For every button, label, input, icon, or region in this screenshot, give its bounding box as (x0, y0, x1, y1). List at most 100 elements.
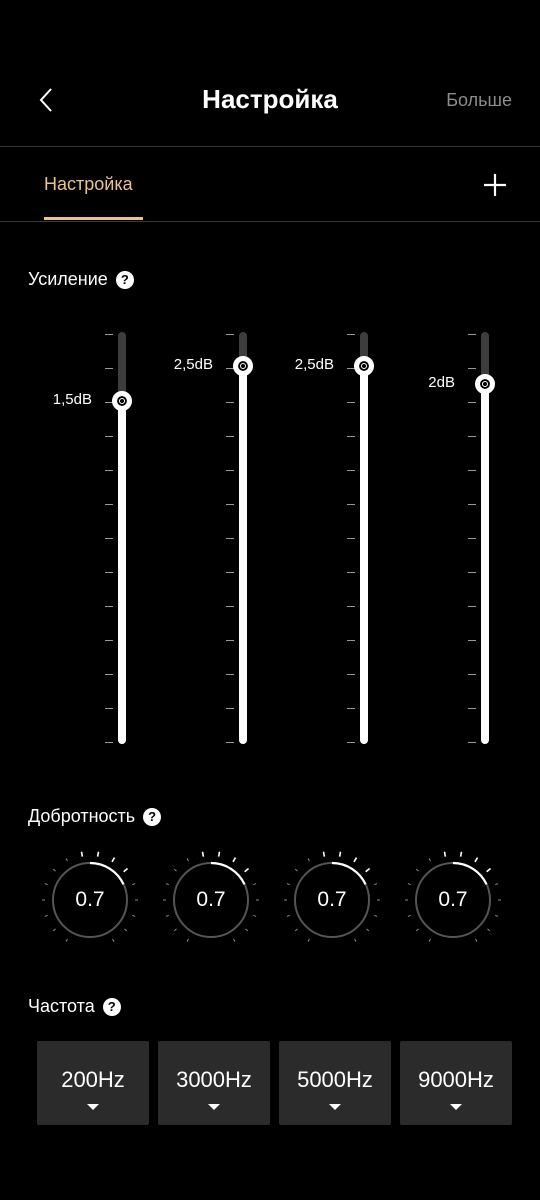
tabs-divider (0, 221, 540, 222)
slider-tick (105, 742, 113, 743)
gain-slider-2[interactable] (233, 332, 253, 744)
slider-tick (347, 742, 355, 743)
q-value: 0.7 (317, 888, 347, 911)
frequency-dropdown-3[interactable]: 5000Hz (279, 1041, 391, 1125)
slider-thumb[interactable] (354, 356, 374, 376)
q-value: 0.7 (438, 888, 468, 911)
slider-tick (347, 402, 355, 403)
slider-fill (360, 366, 368, 744)
caret-down-icon (87, 1104, 99, 1110)
slider-tick (347, 504, 355, 505)
slider-tick (226, 674, 234, 675)
gain-label: Усиление (28, 269, 108, 289)
slider-tick (226, 606, 234, 607)
slider-tick (468, 470, 476, 471)
q-value: 0.7 (75, 888, 105, 911)
slider-tick (105, 368, 113, 369)
gain-slider-1[interactable] (112, 332, 132, 744)
slider-tick (468, 402, 476, 403)
slider-tick (468, 606, 476, 607)
slider-tick (226, 708, 234, 709)
plus-icon (484, 174, 506, 196)
slider-tick (347, 572, 355, 573)
gain-value-label: 2,5dB (294, 356, 334, 373)
caret-down-icon (208, 1104, 220, 1110)
slider-tick (468, 334, 476, 335)
slider-tick (105, 436, 113, 437)
frequency-dropdown-4[interactable]: 9000Hz (400, 1041, 512, 1125)
gain-slider-4[interactable] (475, 332, 495, 744)
slider-thumb[interactable] (233, 356, 253, 376)
slider-tick (226, 402, 234, 403)
slider-tick (347, 708, 355, 709)
question-circle-icon[interactable]: ? (102, 997, 121, 1016)
back-button[interactable] (28, 82, 64, 118)
q-label: Добротность (28, 806, 136, 826)
caret-down-icon (329, 1104, 341, 1110)
frequency-value: 5000Hz (297, 1067, 373, 1092)
slider-tick (226, 436, 234, 437)
slider-tick (347, 606, 355, 607)
gain-value-label: 2dB (428, 374, 455, 391)
slider-thumb[interactable] (475, 374, 495, 394)
frequency-value: 9000Hz (418, 1067, 494, 1092)
slider-tick (468, 708, 476, 709)
slider-tick (226, 334, 234, 335)
slider-tick (347, 334, 355, 335)
slider-tick (105, 538, 113, 539)
more-button[interactable]: Больше (446, 90, 512, 111)
slider-tick (468, 368, 476, 369)
slider-tick (105, 572, 113, 573)
slider-tick (468, 640, 476, 641)
slider-fill (239, 366, 247, 744)
q-knob-3[interactable]: 0.7 (282, 850, 382, 950)
frequency-label: Частота (28, 996, 95, 1016)
q-knob-2[interactable]: 0.7 (161, 850, 261, 950)
slider-tick (105, 708, 113, 709)
slider-tick (468, 538, 476, 539)
frequency-value: 3000Hz (176, 1067, 252, 1092)
q-knob-4[interactable]: 0.7 (403, 850, 503, 950)
active-tab-indicator (44, 217, 143, 220)
slider-tick (347, 538, 355, 539)
slider-tick (347, 470, 355, 471)
slider-tick (226, 742, 234, 743)
frequency-value: 200Hz (61, 1067, 125, 1092)
gain-value-label: 1,5dB (52, 391, 92, 408)
frequency-section-header: Частота ? (28, 996, 121, 1017)
frequency-dropdown-1[interactable]: 200Hz (37, 1041, 149, 1125)
gain-value-label: 2,5dB (173, 356, 213, 373)
q-knob-1[interactable]: 0.7 (40, 850, 140, 950)
q-section-header: Добротность ? (28, 806, 162, 827)
question-circle-icon[interactable]: ? (143, 807, 162, 826)
slider-tick (347, 436, 355, 437)
q-value: 0.7 (196, 888, 226, 911)
slider-tick (105, 606, 113, 607)
slider-tick (105, 674, 113, 675)
gain-slider-3[interactable] (354, 332, 374, 744)
frequency-dropdown-2[interactable]: 3000Hz (158, 1041, 270, 1125)
slider-thumb[interactable] (112, 391, 132, 411)
header-divider (0, 146, 540, 147)
slider-tick (226, 504, 234, 505)
slider-tick (105, 640, 113, 641)
slider-tick (468, 674, 476, 675)
question-circle-icon[interactable]: ? (115, 270, 134, 289)
add-preset-button[interactable] (480, 170, 510, 200)
slider-tick (226, 640, 234, 641)
chevron-left-icon (39, 88, 52, 112)
caret-down-icon (450, 1104, 462, 1110)
app-header: Настройка Больше (0, 0, 540, 146)
slider-tick (347, 640, 355, 641)
slider-fill (118, 401, 126, 744)
tab-preset[interactable]: Настройка (44, 174, 133, 195)
slider-tick (226, 572, 234, 573)
slider-tick (226, 538, 234, 539)
slider-tick (347, 674, 355, 675)
slider-tick (105, 504, 113, 505)
slider-fill (481, 384, 489, 744)
slider-tick (468, 742, 476, 743)
slider-tick (105, 334, 113, 335)
slider-tick (468, 436, 476, 437)
slider-tick (105, 470, 113, 471)
